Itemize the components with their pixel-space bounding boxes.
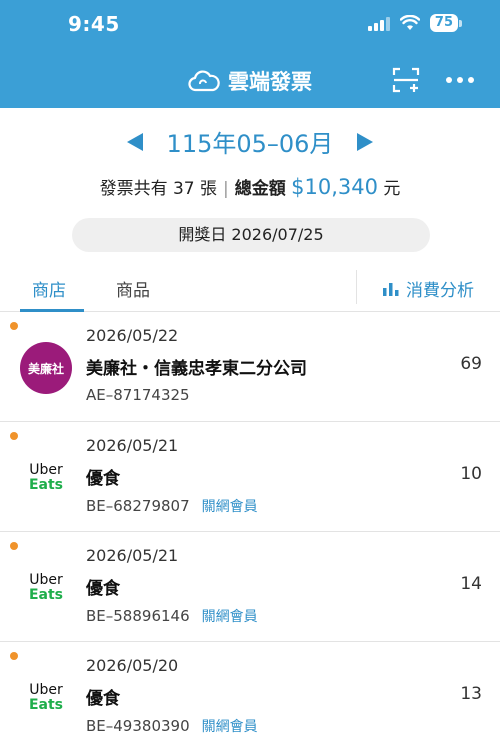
tab-store[interactable]: 商店 bbox=[32, 276, 66, 301]
invoice-date: 2026/05/21 bbox=[86, 436, 179, 455]
invoice-row[interactable]: Uber Eats 2026/05/21 優食 BE–68279807 關網會員 … bbox=[0, 422, 500, 532]
invoice-amount: 10 bbox=[460, 464, 482, 484]
uber-eats-logo-text-eats: Eats bbox=[28, 587, 64, 603]
scan-add-button[interactable] bbox=[390, 64, 422, 96]
invoice-number: AE–87174325 bbox=[86, 386, 190, 404]
member-badge[interactable]: 關網會員 bbox=[202, 609, 258, 625]
uber-eats-logo: Uber Eats bbox=[20, 562, 72, 614]
battery-indicator: 75 bbox=[429, 14, 458, 32]
invoice-date: 2026/05/21 bbox=[86, 546, 179, 565]
cloud-icon bbox=[188, 70, 220, 92]
battery-tip bbox=[459, 19, 462, 27]
scan-add-icon bbox=[392, 67, 420, 93]
tab-divider bbox=[356, 270, 357, 304]
more-button[interactable] bbox=[444, 64, 476, 96]
invoice-amount: 13 bbox=[460, 684, 482, 704]
uber-eats-logo-text: Uber bbox=[29, 682, 63, 698]
unread-dot bbox=[10, 652, 18, 660]
invoice-row[interactable]: Uber Eats 2026/05/21 優食 BE–58896146 關網會員 … bbox=[0, 532, 500, 642]
period-selector: 115年05–06月 bbox=[0, 124, 500, 159]
signal-icon bbox=[367, 15, 390, 31]
invoice-row[interactable]: Uber Eats 2026/05/20 優食 BE–49380390 關網會員 … bbox=[0, 642, 500, 738]
member-badge[interactable]: 關網會員 bbox=[202, 719, 258, 735]
uber-eats-logo: Uber Eats bbox=[20, 672, 72, 724]
app-title: 雲端發票 bbox=[0, 66, 500, 96]
pxmart-logo: 美廉社 bbox=[20, 342, 72, 394]
unread-dot bbox=[10, 322, 18, 330]
unread-dot bbox=[10, 432, 18, 440]
spending-analysis-label: 消費分析 bbox=[406, 281, 474, 301]
invoice-amount: 14 bbox=[460, 574, 482, 594]
app-header: 9:45 75 雲端發票 bbox=[0, 0, 500, 108]
invoice-row[interactable]: 美廉社 2026/05/22 美廉社・信義忠孝東二分公司 AE–87174325… bbox=[0, 312, 500, 422]
invoice-date: 2026/05/22 bbox=[86, 326, 179, 345]
prev-period-button[interactable] bbox=[126, 132, 143, 151]
period-label: 115年05–06月 bbox=[166, 130, 334, 158]
invoice-amount: 69 bbox=[460, 354, 482, 374]
invoice-number-line: BE–58896146 關網會員 bbox=[86, 606, 258, 626]
invoice-number: BE–68279807 bbox=[86, 497, 190, 515]
member-badge[interactable]: 關網會員 bbox=[202, 499, 258, 515]
uber-eats-logo-text-eats: Eats bbox=[28, 477, 64, 493]
currency-unit: 元 bbox=[383, 179, 401, 199]
invoice-number: BE–49380390 bbox=[86, 717, 190, 735]
total-amount: $10,340 bbox=[291, 175, 379, 199]
store-name: 優食 bbox=[86, 469, 120, 489]
invoice-number: BE–58896146 bbox=[86, 607, 190, 625]
invoice-summary: 發票共有 37 張 | 總金額 $10,340 元 bbox=[0, 174, 500, 199]
uber-eats-logo-text: Uber bbox=[29, 572, 63, 588]
wifi-icon bbox=[399, 15, 420, 30]
app-title-text: 雲端發票 bbox=[228, 70, 312, 94]
tab-bar: 商店 商品 消費分析 bbox=[0, 264, 500, 312]
bar-chart-icon bbox=[383, 282, 399, 296]
uber-eats-logo-text-eats: Eats bbox=[28, 697, 64, 713]
status-icons: 75 bbox=[367, 14, 462, 32]
invoice-number-line: BE–49380390 關網會員 bbox=[86, 716, 258, 736]
next-period-button[interactable] bbox=[357, 132, 374, 151]
draw-date-badge: 開獎日 2026/07/25 bbox=[72, 218, 430, 252]
total-label: 總金額 bbox=[234, 179, 286, 199]
store-name: 優食 bbox=[86, 689, 120, 709]
summary-divider: | bbox=[223, 179, 229, 199]
store-name: 美廉社・信義忠孝東二分公司 bbox=[86, 359, 307, 379]
invoice-count: 發票共有 37 張 bbox=[99, 179, 218, 199]
invoice-number-line: BE–68279807 關網會員 bbox=[86, 496, 258, 516]
invoice-date: 2026/05/20 bbox=[86, 656, 179, 675]
uber-eats-logo: Uber Eats bbox=[20, 452, 72, 504]
tab-product[interactable]: 商品 bbox=[116, 276, 150, 301]
more-icon bbox=[446, 77, 474, 83]
store-name: 優食 bbox=[86, 579, 120, 599]
status-time: 9:45 bbox=[68, 12, 120, 36]
spending-analysis-button[interactable]: 消費分析 bbox=[382, 276, 474, 301]
unread-dot bbox=[10, 542, 18, 550]
uber-eats-logo-text: Uber bbox=[29, 462, 63, 478]
invoice-list: 美廉社 2026/05/22 美廉社・信義忠孝東二分公司 AE–87174325… bbox=[0, 312, 500, 738]
